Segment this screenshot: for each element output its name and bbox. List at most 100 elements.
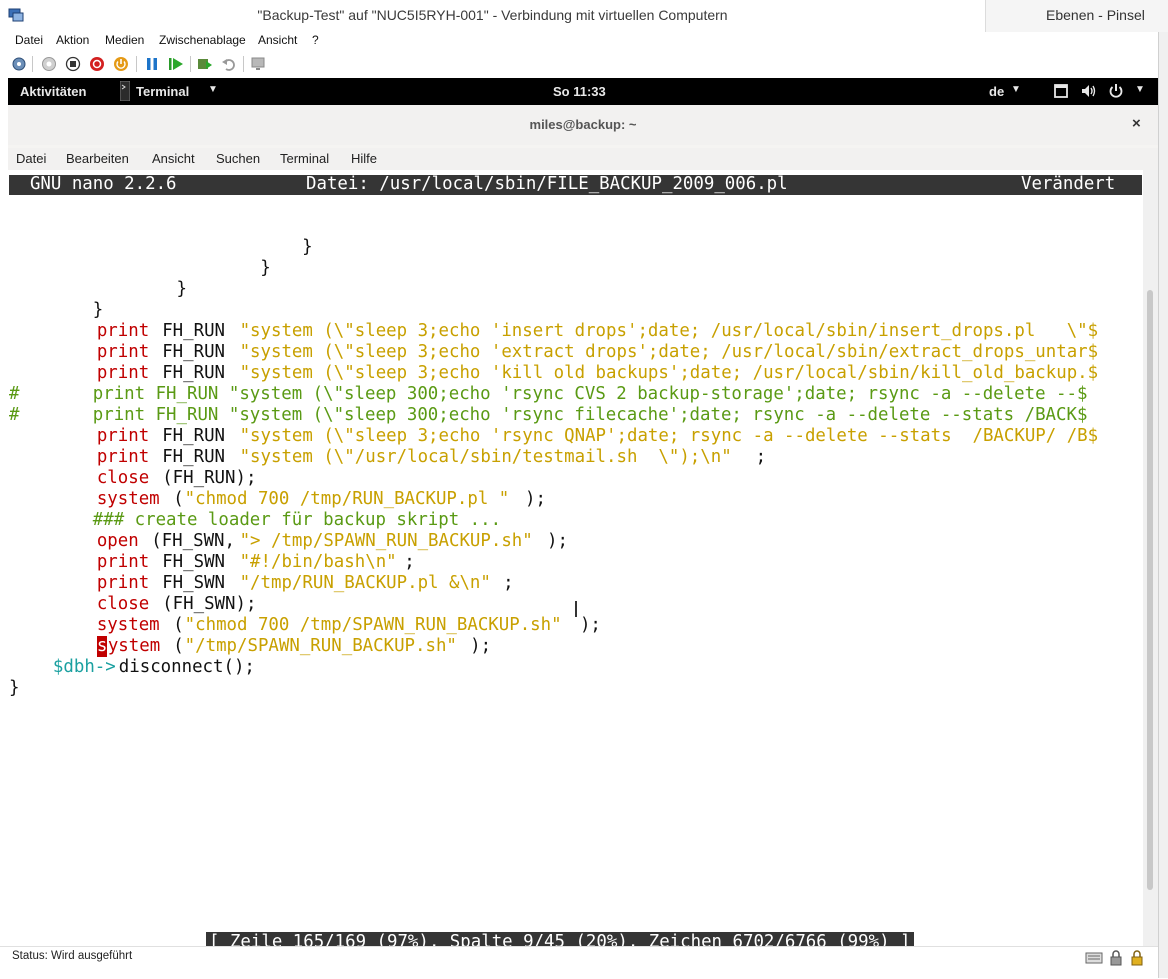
volume-icon[interactable] [1080, 83, 1096, 99]
vm-menu-ansicht[interactable]: Ansicht [258, 33, 297, 47]
vm-menu-help[interactable]: ? [312, 33, 319, 47]
code-token: ); [525, 489, 546, 509]
code-token: # print FH_RUN "system (\"sleep 300;echo… [9, 405, 1088, 425]
code-token: "system (\"sleep 3;echo 'extract drops';… [239, 342, 1099, 362]
code-line: print FH_RUN "system (\"sleep 3;echo 'ki… [9, 363, 1143, 384]
code-line: print FH_RUN "system (\"sleep 3;echo 'in… [9, 321, 1143, 342]
code-token: close [96, 594, 150, 614]
clock[interactable]: So 11:33 [553, 84, 606, 99]
code-token: FH_RUN [151, 342, 236, 362]
toolbar-separator [136, 56, 137, 72]
shutdown-icon[interactable] [89, 56, 105, 72]
toolbar-separator [32, 56, 33, 72]
code-line: print FH_SWN "/tmp/RUN_BACKUP.pl &\n"; [9, 573, 1143, 594]
code-token: print [96, 342, 150, 362]
terminal-menu-terminal[interactable]: Terminal [280, 151, 329, 166]
code-line: print FH_SWN "#!/bin/bash\n"; [9, 552, 1143, 573]
terminal-menu-datei[interactable]: Datei [16, 151, 46, 166]
terminal-scrollbar-thumb[interactable] [1147, 290, 1153, 890]
code-token: system [96, 489, 160, 509]
power-menu-icon[interactable] [1108, 83, 1124, 99]
checkpoint-icon[interactable] [197, 56, 213, 72]
background-window-edge[interactable] [1158, 32, 1168, 978]
code-token: ( [162, 636, 184, 656]
terminal-text-area[interactable]: GNU nano 2.2.6 Datei: /usr/local/sbin/FI… [8, 170, 1158, 946]
close-icon[interactable]: × [1132, 115, 1141, 132]
code-line: ### create loader für backup skript ... [9, 510, 1143, 531]
code-token: "system (\"sleep 3;echo 'insert drops';d… [239, 321, 1099, 341]
revert-icon[interactable] [221, 56, 237, 72]
resume-icon[interactable] [168, 56, 184, 72]
activities-button[interactable]: Aktivitäten [20, 84, 86, 99]
code-token: "system (\"/usr/local/sbin/testmail.sh \… [239, 447, 732, 467]
enhanced-session-icon[interactable] [251, 56, 267, 72]
terminal-menu-hilfe[interactable]: Hilfe [351, 151, 377, 166]
code-line: $dbh-> disconnect(); [9, 657, 1143, 678]
vm-menu-medien[interactable]: Medien [105, 33, 144, 47]
code-token: close [96, 468, 150, 488]
code-token: ); [547, 531, 568, 551]
chevron-down-icon: ▼ [208, 84, 218, 95]
code-line: print FH_RUN "system (\"sleep 3;echo 'ex… [9, 342, 1143, 363]
code-line: } [9, 237, 1143, 258]
terminal-menu-suchen[interactable]: Suchen [216, 151, 260, 166]
code-token: FH_SWN [151, 552, 236, 572]
vm-toolbar [0, 51, 1158, 77]
language-indicator[interactable]: de [989, 84, 1004, 99]
code-token: ystem [107, 636, 161, 656]
code-token: FH_RUN [151, 363, 236, 383]
code-line: system ("chmod 700 /tmp/SPAWN_RUN_BACKUP… [9, 615, 1143, 636]
app-menu-terminal[interactable]: Terminal ▼ [116, 78, 218, 105]
pause-icon[interactable] [144, 56, 160, 72]
code-line: print FH_RUN "system (\"sleep 3;echo 'rs… [9, 426, 1143, 447]
code-token: "/tmp/SPAWN_RUN_BACKUP.sh" [184, 636, 457, 656]
code-line: open (FH_SWN, "> /tmp/SPAWN_RUN_BACKUP.sh… [9, 531, 1143, 552]
terminal-menu-bearbeiten[interactable]: Bearbeiten [66, 151, 129, 166]
code-token: ( [162, 489, 184, 509]
ctrl-alt-del-icon[interactable] [11, 56, 27, 72]
terminal-titlebar[interactable]: miles@backup: ~ × [8, 105, 1158, 145]
vm-status-bar: Status: Wird ausgeführt [0, 946, 1158, 979]
code-token: FH_SWN [151, 573, 236, 593]
vm-menu-datei[interactable]: Datei [15, 33, 43, 47]
keyboard-icon [1085, 952, 1103, 964]
vm-menu-zwischenablage[interactable]: Zwischenablage [159, 33, 246, 47]
screen-icon[interactable] [1053, 83, 1069, 99]
gnome-top-bar: Aktivitäten Terminal ▼ So 11:33 de ▼ ▼ [8, 78, 1158, 105]
stop-icon[interactable] [65, 56, 81, 72]
vm-status-text: Status: Wird ausgeführt [12, 950, 133, 962]
code-token: ; [755, 447, 767, 467]
terminal-menubar: Datei Bearbeiten Ansicht Suchen Terminal… [8, 148, 1158, 170]
background-window-titlebar[interactable]: Ebenen - Pinsel [985, 0, 1168, 32]
code-token: print [96, 321, 150, 341]
terminal-scrollbar[interactable] [1143, 170, 1158, 946]
power-icon[interactable] [113, 56, 129, 72]
code-token: $dbh-> [52, 657, 116, 677]
vm-window-title: "Backup-Test" auf "NUC5I5RYH-001" - Verb… [257, 7, 728, 23]
background-window-title: Ebenen - Pinsel [1046, 7, 1145, 23]
start-icon[interactable] [41, 56, 57, 72]
code-token: open [96, 531, 139, 551]
vm-menu-aktion[interactable]: Aktion [56, 33, 89, 47]
code-token: } [9, 300, 104, 320]
toolbar-separator [243, 56, 244, 72]
nano-editor-content[interactable]: } } } } print FH_RUN "system (\"sleep 3;… [9, 216, 1143, 699]
code-token: } [9, 279, 187, 299]
code-line: s ystem ("/tmp/SPAWN_RUN_BACKUP.sh"); [9, 636, 1143, 657]
chevron-down-icon: ▼ [1135, 84, 1145, 95]
code-token: FH_RUN [151, 426, 236, 446]
code-token: (FH_RUN); [151, 468, 257, 488]
code-token: ); [470, 636, 492, 656]
terminal-menu-ansicht[interactable]: Ansicht [152, 151, 195, 166]
code-token: ); [579, 615, 601, 635]
